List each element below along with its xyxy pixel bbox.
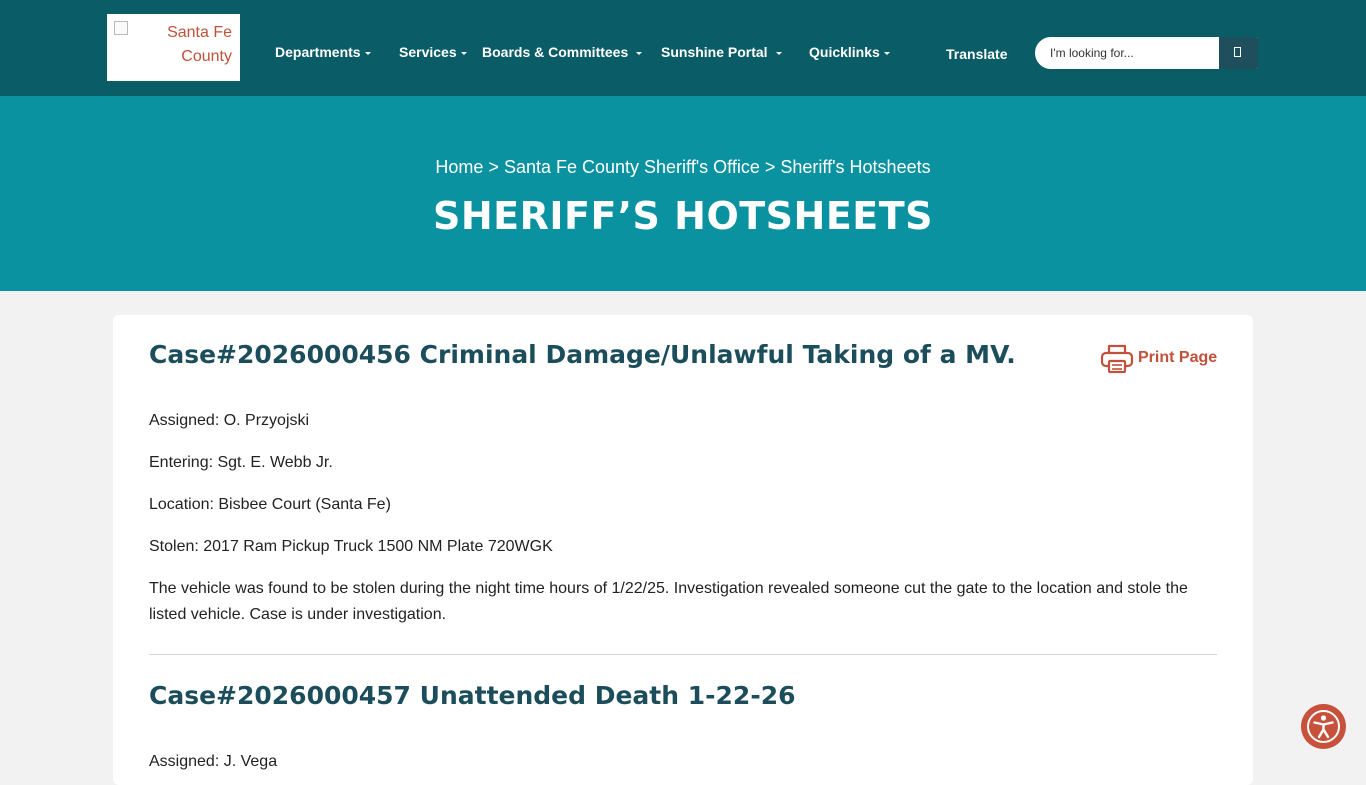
breadcrumb-separator: > (488, 157, 499, 177)
broken-image-icon (114, 21, 128, 35)
nav-departments[interactable]: Departments (275, 43, 371, 61)
logo-alt-text: Santa Fe County (167, 24, 232, 65)
nav-label: Sunshine Portal (661, 44, 768, 60)
page-title: SHERIFF’S HOTSHEETS (432, 194, 934, 238)
caret-down-icon (883, 51, 890, 55)
site-header: Santa Fe County Departments Services Boa… (0, 0, 1366, 96)
case-description: The vehicle was found to be stolen durin… (149, 580, 1188, 623)
case-stolen: Stolen: 2017 Ram Pickup Truck 1500 NM Pl… (149, 538, 553, 555)
content-card: Case#2026000456 Criminal Damage/Unlawful… (113, 315, 1253, 785)
breadcrumb-current[interactable]: Sheriff's Hotsheets (780, 157, 930, 177)
case-divider (149, 654, 1217, 655)
accessibility-icon (1307, 710, 1340, 743)
search-input[interactable] (1035, 37, 1219, 69)
accessibility-button[interactable] (1301, 704, 1346, 749)
nav-sunshine-portal[interactable]: Sunshine Portal (661, 43, 782, 61)
case-assigned: Assigned: O. Przyojski (149, 412, 310, 429)
case-entering: Entering: Sgt. E. Webb Jr. (149, 454, 333, 471)
caret-down-icon (775, 51, 782, 55)
breadcrumb: Home > Santa Fe County Sheriff's Office … (0, 156, 1366, 178)
nav-label: Services (399, 44, 457, 60)
nav-boards-committees[interactable]: Boards & Committees (482, 43, 643, 61)
breadcrumb-separator: > (764, 157, 776, 177)
case-location: Location: Bisbee Court (Santa Fe) (149, 496, 391, 513)
county-logo[interactable]: Santa Fe County (107, 14, 240, 81)
nav-label: Quicklinks (809, 44, 880, 60)
nav-label: Boards & Committees (482, 44, 629, 60)
nav-label: Translate (946, 46, 1008, 62)
printer-icon (1100, 344, 1134, 374)
caret-down-icon (364, 51, 371, 55)
nav-label: Departments (275, 44, 361, 60)
print-page-label: Print Page (1138, 349, 1218, 366)
breadcrumb-sheriffs-office[interactable]: Santa Fe County Sheriff's Office (504, 157, 760, 177)
search-icon (1234, 47, 1241, 57)
caret-down-icon (636, 51, 643, 55)
page-hero: Home > Santa Fe County Sheriff's Office … (0, 96, 1366, 291)
nav-translate[interactable]: Translate (946, 45, 1007, 63)
search-button[interactable] (1219, 37, 1258, 69)
caret-down-icon (460, 51, 467, 55)
breadcrumb-home[interactable]: Home (435, 157, 483, 177)
nav-services[interactable]: Services (399, 43, 467, 61)
nav-quicklinks[interactable]: Quicklinks (809, 43, 890, 61)
case-title: Case#2026000456 Criminal Damage/Unlawful… (149, 340, 1016, 369)
case-title: Case#2026000457 Unattended Death 1-22-26 (149, 681, 796, 710)
case-assigned: Assigned: J. Vega (149, 753, 278, 770)
search-box (1034, 36, 1259, 70)
